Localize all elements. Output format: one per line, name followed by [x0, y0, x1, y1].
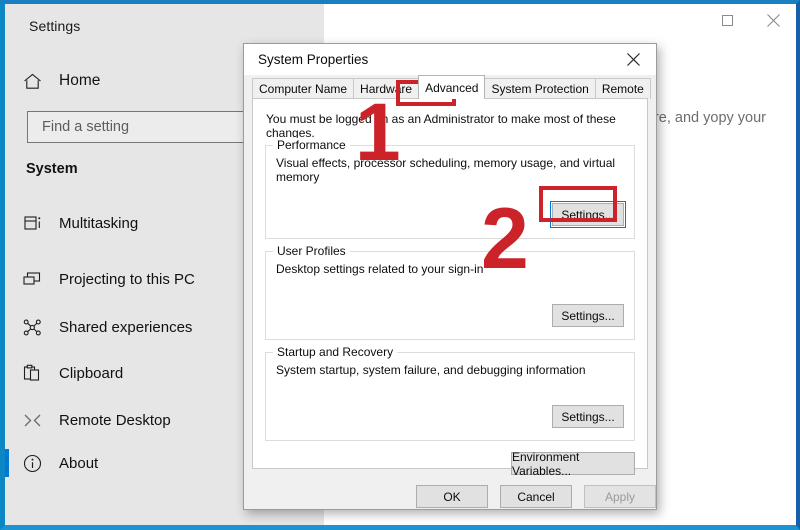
clipboard-icon [5, 364, 59, 382]
sidebar-item-label: Remote Desktop [59, 411, 171, 429]
sidebar-item-label: Multitasking [59, 214, 139, 232]
group-startup-recovery-description: System startup, system failure, and debu… [276, 363, 586, 377]
group-user-profiles-legend: User Profiles [273, 244, 350, 258]
group-startup-recovery-legend: Startup and Recovery [273, 345, 398, 359]
user-profiles-settings-button[interactable]: Settings... [552, 304, 624, 327]
close-icon [766, 13, 780, 27]
advanced-tab-panel: You must be logged on as an Administrato… [252, 98, 648, 478]
system-properties-dialog: System Properties Computer Name Hardware… [243, 43, 657, 510]
tab-remote[interactable]: Remote [594, 78, 651, 99]
dialog-close-button[interactable] [611, 44, 656, 75]
apply-button: Apply [584, 485, 656, 508]
startup-recovery-settings-button[interactable]: Settings... [552, 405, 624, 428]
sidebar-item-label: Shared experiences [59, 318, 193, 336]
performance-settings-button[interactable]: Settings... [550, 201, 626, 228]
projecting-icon [5, 271, 59, 288]
administrator-note: You must be logged on as an Administrato… [266, 112, 616, 140]
ok-button[interactable]: OK [416, 485, 488, 508]
dialog-title: System Properties [258, 52, 369, 67]
multitasking-icon [5, 215, 59, 232]
sidebar-item-label: Projecting to this PC [59, 270, 195, 288]
cancel-button[interactable]: Cancel [500, 485, 572, 508]
group-performance: Performance Visual effects, processor sc… [265, 138, 635, 239]
dialog-titlebar: System Properties [244, 44, 656, 75]
environment-variables-button[interactable]: Environment Variables... [511, 450, 635, 478]
tab-advanced[interactable]: Advanced [418, 75, 486, 99]
sidebar-item-label: Clipboard [59, 364, 124, 382]
tab-system-protection[interactable]: System Protection [484, 78, 596, 99]
sidebar-home-label: Home [59, 72, 101, 89]
screenshot-root: Settings Home Find a setting System Mult… [0, 0, 800, 530]
maximize-button[interactable] [704, 4, 750, 36]
home-icon [5, 73, 59, 90]
group-performance-description: Visual effects, processor scheduling, me… [276, 156, 616, 184]
group-startup-recovery: Startup and Recovery System startup, sys… [265, 345, 635, 441]
tab-computer-name[interactable]: Computer Name [252, 78, 355, 99]
close-button[interactable] [750, 4, 796, 36]
search-placeholder-text: Find a setting [42, 119, 130, 135]
group-user-profiles: User Profiles Desktop settings related t… [265, 244, 635, 340]
tab-hardware[interactable]: Hardware [353, 78, 420, 99]
window-controls [704, 4, 796, 36]
dialog-tabstrip: Computer Name Hardware Advanced System P… [244, 75, 656, 99]
maximize-icon [721, 14, 733, 26]
sidebar-item-label: About [59, 454, 99, 472]
group-user-profiles-description: Desktop settings related to your sign-in [276, 262, 484, 276]
shared-experiences-icon [5, 319, 59, 336]
about-pane-partial-text: re, and yopy your [653, 110, 766, 126]
close-icon [627, 53, 640, 66]
settings-window-title: Settings [29, 18, 81, 34]
about-info-icon [5, 454, 59, 473]
sidebar-section-heading: System [26, 161, 78, 177]
group-performance-legend: Performance [273, 138, 350, 152]
remote-desktop-icon [5, 412, 59, 429]
